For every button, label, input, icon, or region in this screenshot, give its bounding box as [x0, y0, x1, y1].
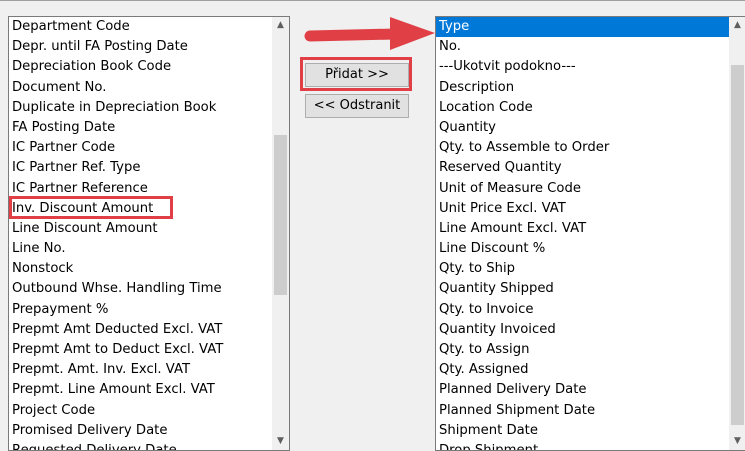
list-item[interactable]: Unit of Measure Code — [436, 179, 745, 199]
list-item[interactable]: Depr. until FA Posting Date — [9, 37, 289, 57]
left-scrollbar-thumb[interactable] — [274, 135, 287, 295]
list-item[interactable]: Prepmt Amt Deducted Excl. VAT — [9, 320, 289, 340]
list-item[interactable]: Prepmt. Line Amount Excl. VAT — [9, 380, 289, 400]
list-item[interactable]: Qty. to Ship — [436, 259, 745, 279]
list-item[interactable]: Prepmt. Amt. Inv. Excl. VAT — [9, 360, 289, 380]
list-item[interactable]: IC Partner Ref. Type — [9, 158, 289, 178]
list-item[interactable]: Description — [436, 78, 745, 98]
list-item[interactable]: Qty. to Assign — [436, 340, 745, 360]
list-item[interactable]: Line No. — [9, 239, 289, 259]
remove-button[interactable]: << Odstranit — [305, 94, 409, 118]
list-item[interactable]: Planned Delivery Date — [436, 380, 745, 400]
list-item[interactable]: Nonstock — [9, 259, 289, 279]
chevron-down-icon[interactable]: ▼ — [729, 433, 745, 450]
left-scrollbar[interactable]: ▲ ▼ — [272, 17, 289, 450]
list-item[interactable]: Duplicate in Depreciation Book — [9, 98, 289, 118]
list-item[interactable]: Document No. — [9, 78, 289, 98]
list-item[interactable]: Department Code — [9, 17, 289, 37]
list-item[interactable]: Location Code — [436, 98, 745, 118]
list-item[interactable]: Unit Price Excl. VAT — [436, 199, 745, 219]
list-item[interactable]: Line Discount Amount — [9, 219, 289, 239]
list-item[interactable]: Inv. Discount Amount — [9, 199, 289, 219]
available-fields-list[interactable]: Department Code Depr. until FA Posting Da… — [8, 16, 290, 451]
chevron-up-icon[interactable]: ▲ — [272, 17, 289, 34]
list-item[interactable]: Qty. to Assemble to Order — [436, 138, 745, 158]
right-scrollbar[interactable]: ▲ ▼ — [729, 17, 745, 450]
list-item[interactable]: Project Code — [9, 401, 289, 421]
chevron-down-icon[interactable]: ▼ — [272, 433, 289, 450]
list-item[interactable]: Prepayment % — [9, 300, 289, 320]
list-item[interactable]: Prepmt Amt to Deduct Excl. VAT — [9, 340, 289, 360]
list-item[interactable]: Drop Shipment — [436, 441, 745, 450]
window-top-border — [0, 0, 745, 1]
chevron-up-icon[interactable]: ▲ — [729, 17, 745, 34]
list-item[interactable]: Outbound Whse. Handling Time — [9, 279, 289, 299]
available-fields-items: Department Code Depr. until FA Posting Da… — [9, 17, 289, 450]
selected-fields-list[interactable]: Type No. ---Ukotvit podokno--- Description L… — [435, 16, 745, 451]
list-item[interactable]: Qty. to Invoice — [436, 300, 745, 320]
list-item[interactable]: Line Amount Excl. VAT — [436, 219, 745, 239]
list-item[interactable]: Quantity Shipped — [436, 279, 745, 299]
list-item[interactable]: Planned Shipment Date — [436, 401, 745, 421]
list-item[interactable]: Type — [436, 17, 745, 38]
add-button[interactable]: Přidat >> — [305, 63, 409, 87]
list-item[interactable]: Qty. Assigned — [436, 360, 745, 380]
list-item[interactable]: Promised Delivery Date — [9, 421, 289, 441]
list-item[interactable]: ---Ukotvit podokno--- — [436, 57, 745, 77]
list-item[interactable]: Requested Delivery Date — [9, 441, 289, 450]
list-item[interactable]: Shipment Date — [436, 421, 745, 441]
list-item[interactable]: Reserved Quantity — [436, 158, 745, 178]
right-scrollbar-thumb[interactable] — [731, 65, 744, 425]
list-item[interactable]: Line Discount % — [436, 239, 745, 259]
selected-fields-items: Type No. ---Ukotvit podokno--- Description L… — [436, 17, 745, 450]
list-item[interactable]: Depreciation Book Code — [9, 57, 289, 77]
list-item[interactable]: Quantity — [436, 118, 745, 138]
list-item[interactable]: No. — [436, 37, 745, 57]
list-item[interactable]: FA Posting Date — [9, 118, 289, 138]
list-item[interactable]: Quantity Invoiced — [436, 320, 745, 340]
list-item[interactable]: IC Partner Reference — [9, 179, 289, 199]
list-item[interactable]: IC Partner Code — [9, 138, 289, 158]
